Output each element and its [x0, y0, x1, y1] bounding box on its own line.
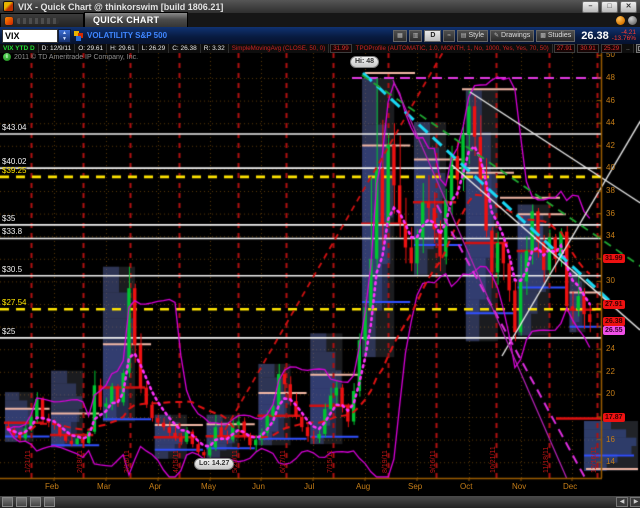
symbol-toolbar: ▲▼ VOLATILITY S&P 500 ▦ ▥ D ≈ ▤Style ✎Dr…	[0, 27, 640, 44]
study-value[interactable]: 25.29	[600, 44, 623, 53]
status-field-h: H: 29.61	[107, 44, 139, 53]
tab-quick-chart[interactable]: QUICK CHART	[84, 12, 189, 27]
timeframe-button[interactable]: D	[424, 29, 442, 42]
workspace-icon-3[interactable]	[30, 497, 41, 507]
symbol-description: VOLATILITY S&P 500	[87, 31, 168, 40]
status-field-r: R: 3.32	[201, 44, 229, 53]
drawings-button[interactable]: ✎ Drawings	[490, 29, 535, 42]
chart-type-button[interactable]: ≈	[443, 29, 455, 42]
study-value[interactable]: 31.99	[330, 44, 352, 53]
scroll-left-icon[interactable]: ◀	[616, 497, 628, 507]
style-icon: ▤	[460, 33, 467, 39]
chart-status-row: VIX YTD D D: 12/9/11 O: 29.61 H: 29.61 L: 26…	[0, 44, 640, 53]
pencil-icon: ✎	[494, 33, 500, 39]
status-symbol-period: VIX YTD D	[0, 44, 39, 53]
bottom-status-strip: ◀ ▶	[0, 496, 640, 508]
study-value[interactable]: 27.91	[553, 44, 576, 53]
studies-button[interactable]: ▩ Studies	[536, 29, 576, 42]
style-button[interactable]: ▤ Style	[456, 29, 488, 42]
tab-bar: QUICK CHART	[0, 12, 640, 27]
gadgets-logo	[17, 17, 59, 24]
studies-icon: ▩	[540, 33, 546, 39]
last-price: 26.38	[581, 29, 609, 42]
study-value[interactable]: 30.91	[577, 44, 599, 53]
window-title: VIX - Quick Chart @ thinkorswim [build 1…	[18, 1, 224, 12]
close-button[interactable]: ✕	[620, 0, 637, 13]
chat-ball-icon[interactable]	[628, 16, 637, 25]
grid-icon: ▦	[397, 33, 403, 39]
link-button[interactable]: ▥	[408, 29, 423, 42]
symbol-dropdown-button[interactable]: ▲ ▼	[58, 28, 71, 43]
gadgets-icon	[5, 16, 13, 25]
status-field-d: D: 12/9/11	[39, 44, 76, 53]
change-percent: -13.76%	[611, 34, 636, 42]
status-more[interactable]: ..	[623, 44, 634, 53]
status-field-l: L: 26.29	[139, 44, 170, 53]
grid-view-button[interactable]: ▦	[393, 29, 407, 42]
maximize-button[interactable]: □	[601, 0, 618, 13]
study-name-0[interactable]: SimpleMovingAvg (CLOSE, 50, 0)	[229, 44, 330, 53]
workspace-icon-2[interactable]	[16, 497, 27, 507]
symbol-input[interactable]	[2, 28, 58, 43]
gadgets-tab[interactable]	[0, 13, 84, 27]
app-icon	[3, 1, 14, 12]
link-icon: ▥	[412, 33, 419, 39]
minimize-button[interactable]: –	[582, 0, 599, 13]
thinkorswim-window: VIX - Quick Chart @ thinkorswim [build 1…	[0, 0, 640, 508]
price-change: -4.21 -13.76%	[611, 29, 636, 42]
price-chart[interactable]	[0, 0, 640, 508]
instrument-icon	[74, 30, 84, 41]
status-field-c: C: 26.38	[169, 44, 201, 53]
workspace-icon-1[interactable]	[2, 497, 13, 507]
scroll-right-icon[interactable]: ▶	[630, 497, 640, 507]
line-chart-icon: ≈	[447, 32, 451, 39]
alert-ball-icon[interactable]	[616, 16, 625, 25]
study-name-1[interactable]: TPOProfile (AUTOMATIC, 1.0, MONTH, 1, No…	[353, 44, 553, 53]
workspace-icon-4[interactable]	[44, 497, 55, 507]
status-field-o: O: 29.61	[75, 44, 108, 53]
expand-studies-icon[interactable]	[635, 44, 640, 53]
